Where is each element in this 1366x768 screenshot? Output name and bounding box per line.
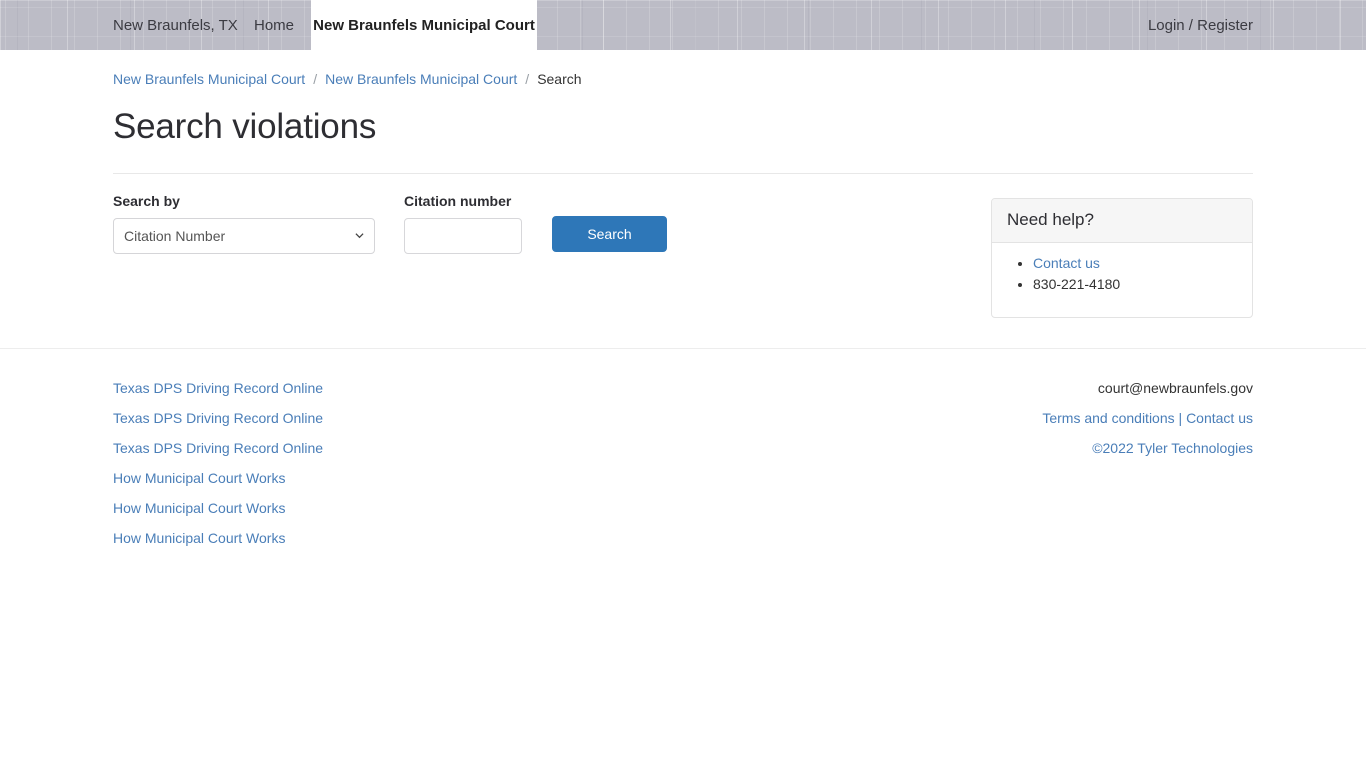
title-divider (113, 173, 1253, 174)
page-container: New Braunfels Municipal Court / New Brau… (0, 50, 1366, 318)
footer-link[interactable]: Texas DPS Driving Record Online (113, 403, 323, 433)
footer-link[interactable]: How Municipal Court Works (113, 493, 323, 523)
citation-number-field: Citation number (404, 193, 522, 254)
help-contact-us-link[interactable]: Contact us (1033, 255, 1100, 271)
breadcrumb-current: Search (537, 71, 582, 87)
footer-email: court@newbraunfels.gov (1097, 380, 1253, 396)
footer-link[interactable]: How Municipal Court Works (113, 523, 323, 553)
nav-tab-municipal-court[interactable]: New Braunfels Municipal Court (311, 0, 537, 50)
breadcrumb-item-1[interactable]: New Braunfels Municipal Court (113, 71, 305, 87)
footer-link-column: Texas DPS Driving Record Online Texas DP… (113, 349, 323, 553)
footer-copyright-row: ©2022 Tyler Technologies (1042, 433, 1253, 463)
nav-link-home[interactable]: Home (254, 0, 294, 50)
page-footer: Texas DPS Driving Record Online Texas DP… (0, 349, 1366, 553)
citation-number-label: Citation number (404, 193, 512, 209)
need-help-body: Contact us 830-221-4180 (992, 243, 1252, 317)
need-help-card: Need help? Contact us 830-221-4180 (991, 198, 1253, 318)
footer-info-column: court@newbraunfels.gov Terms and conditi… (1042, 349, 1253, 553)
search-form: Search by Citation Number Citation numbe… (113, 193, 991, 318)
list-item: 830-221-4180 (1033, 274, 1237, 294)
footer-separator: | (1178, 410, 1183, 426)
search-button[interactable]: Search (552, 216, 667, 252)
footer-copyright[interactable]: ©2022 Tyler Technologies (1092, 440, 1253, 456)
footer-link[interactable]: Texas DPS Driving Record Online (113, 433, 323, 463)
footer-link[interactable]: How Municipal Court Works (113, 463, 323, 493)
footer-contact-link[interactable]: Contact us (1186, 410, 1253, 426)
footer-link[interactable]: Texas DPS Driving Record Online (113, 373, 323, 403)
content-row: Search by Citation Number Citation numbe… (113, 193, 1253, 318)
footer-legal-row: Terms and conditions | Contact us (1042, 403, 1253, 433)
need-help-title: Need help? (992, 199, 1252, 243)
need-help-list: Contact us 830-221-4180 (1007, 253, 1237, 294)
search-by-field: Search by Citation Number (113, 193, 375, 254)
nav-link-city[interactable]: New Braunfels, TX (113, 0, 238, 50)
search-by-select[interactable]: Citation Number (113, 218, 375, 254)
search-by-label: Search by (113, 193, 180, 209)
footer-terms-link[interactable]: Terms and conditions (1042, 410, 1174, 426)
list-item: Contact us (1033, 253, 1237, 273)
breadcrumb: New Braunfels Municipal Court / New Brau… (113, 50, 1253, 87)
top-navigation-inner: New Braunfels, TX Home New Braunfels Mun… (0, 0, 1366, 50)
breadcrumb-item-2[interactable]: New Braunfels Municipal Court (325, 71, 517, 87)
citation-number-input[interactable] (404, 218, 522, 254)
top-navigation-bar: New Braunfels, TX Home New Braunfels Mun… (0, 0, 1366, 50)
breadcrumb-separator: / (525, 71, 530, 87)
nav-link-login-register[interactable]: Login / Register (1148, 0, 1253, 50)
page-title: Search violations (113, 107, 377, 146)
breadcrumb-separator: / (313, 71, 318, 87)
search-by-select-wrap: Citation Number (113, 218, 375, 254)
